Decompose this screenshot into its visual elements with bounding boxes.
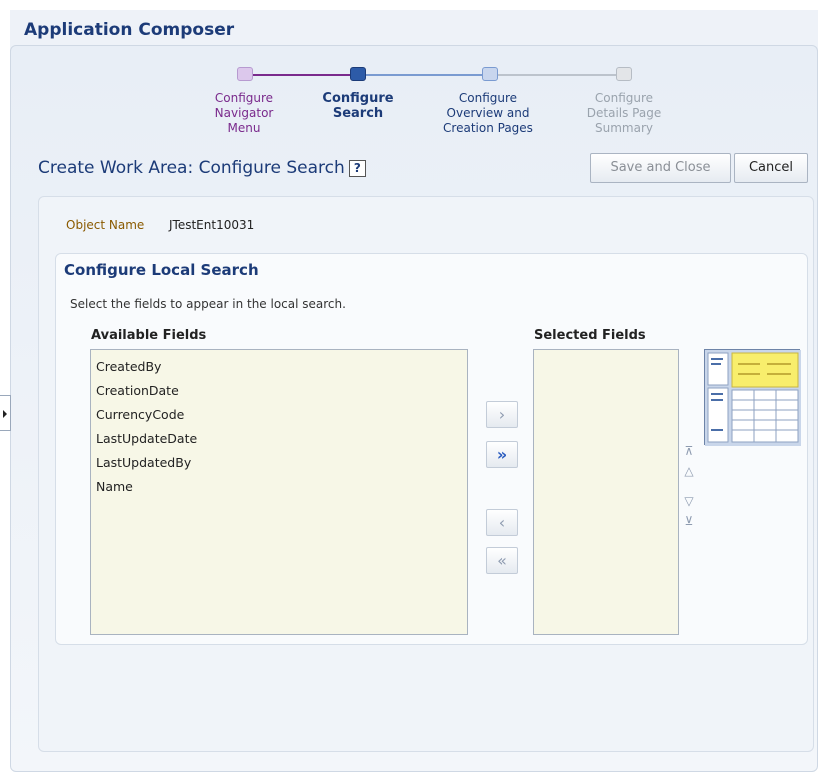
list-item[interactable]: CreatedBy — [91, 355, 467, 379]
app-title: Application Composer — [24, 20, 235, 40]
train-label-search: Configure Search — [322, 91, 394, 121]
object-name-value: JTestEnt10031 — [169, 218, 255, 232]
move-to-bottom-icon[interactable]: ⊻ — [682, 514, 696, 528]
list-item[interactable]: Name — [91, 475, 467, 499]
list-item[interactable]: LastUpdateDate — [91, 427, 467, 451]
expand-panel-handle[interactable] — [0, 395, 11, 431]
train-stop-search — [350, 67, 366, 81]
page-title-text: Create Work Area: Configure Search — [38, 158, 345, 178]
move-to-top-icon[interactable]: ⊼ — [682, 444, 696, 458]
list-item[interactable]: CreationDate — [91, 379, 467, 403]
train-connector — [358, 74, 492, 76]
selected-fields-header: Selected Fields — [534, 328, 646, 343]
local-search-instructions: Select the fields to appear in the local… — [70, 297, 346, 311]
expand-arrow-icon — [3, 410, 7, 418]
train-label-overview[interactable]: Configure Overview and Creation Pages — [428, 91, 548, 136]
available-fields-list[interactable]: CreatedBy CreationDate CurrencyCode Last… — [90, 349, 468, 635]
remove-all-button[interactable]: « — [486, 547, 518, 574]
train-connector — [246, 74, 358, 76]
cancel-button[interactable]: Cancel — [734, 153, 808, 183]
help-icon[interactable]: ? — [348, 159, 366, 177]
move-all-button[interactable]: » — [486, 441, 518, 468]
app-header: Application Composer — [10, 10, 818, 50]
save-and-close-button[interactable]: Save and Close — [590, 153, 731, 183]
list-item[interactable]: LastUpdatedBy — [91, 451, 467, 475]
train-stop-overview[interactable] — [482, 67, 498, 81]
search-layout-preview-icon — [704, 349, 801, 446]
train-connector — [492, 74, 624, 76]
list-item[interactable]: CurrencyCode — [91, 403, 467, 427]
available-fields-header: Available Fields — [91, 328, 207, 343]
move-down-icon[interactable]: ▽ — [682, 494, 696, 508]
object-name-label: Object Name — [66, 218, 145, 232]
train-label-details: Configure Details Page Summary — [586, 91, 662, 135]
train-stop-details — [616, 67, 632, 81]
move-up-icon[interactable]: △ — [682, 464, 696, 478]
move-button[interactable]: › — [486, 401, 518, 428]
selected-fields-list[interactable] — [533, 349, 679, 635]
train-stop-navigator[interactable] — [237, 67, 253, 81]
page-title: Create Work Area: Configure Search? — [38, 158, 366, 178]
preview-thumbnail-graphic — [705, 350, 801, 446]
remove-button[interactable]: ‹ — [486, 509, 518, 536]
local-search-title: Configure Local Search — [64, 261, 259, 279]
train-label-navigator[interactable]: Configure Navigator Menu — [184, 91, 304, 136]
